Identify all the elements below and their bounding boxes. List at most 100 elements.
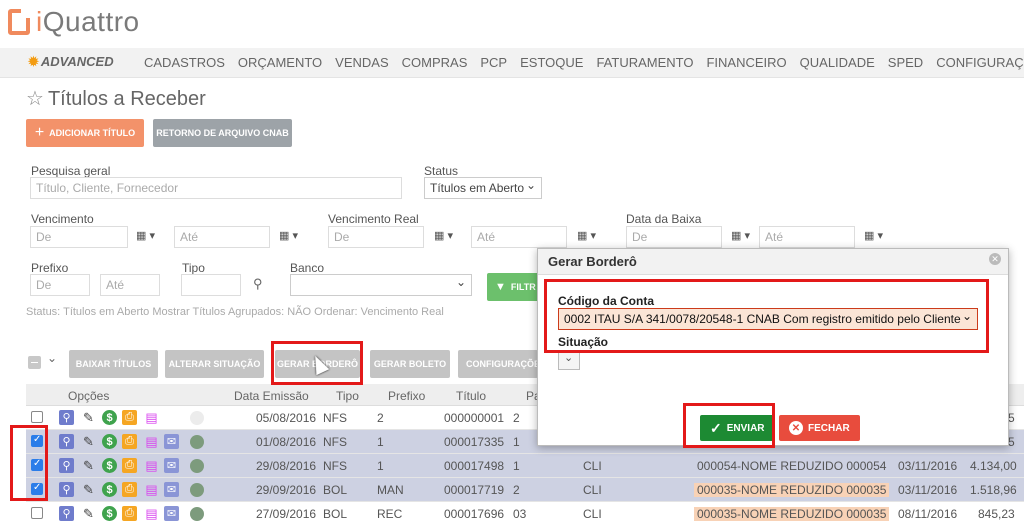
- situation-select[interactable]: [558, 350, 580, 370]
- document-icon[interactable]: ▤: [144, 458, 159, 473]
- nav-cadastros[interactable]: CADASTROS: [144, 55, 225, 70]
- view-icon[interactable]: ⚲: [59, 434, 74, 449]
- settings-button[interactable]: CONFIGURAÇÕE: [458, 350, 540, 378]
- prefix-from[interactable]: De: [30, 274, 90, 296]
- cell-amount: 4.134,00: [970, 459, 1017, 473]
- payment-icon[interactable]: $: [102, 434, 117, 449]
- nav-estoque[interactable]: ESTOQUE: [520, 55, 583, 70]
- cnab-return-button[interactable]: RETORNO DE ARQUIVO CNAB: [153, 119, 292, 147]
- nav-sped[interactable]: SPED: [888, 55, 923, 70]
- view-icon[interactable]: ⚲: [59, 482, 74, 497]
- chevron-down-icon[interactable]: ⌄: [47, 351, 57, 365]
- calendar-icon[interactable]: ▦ ▾: [577, 229, 596, 242]
- change-status-button[interactable]: ALTERAR SITUAÇÃO: [165, 350, 264, 378]
- status-dot: [190, 435, 204, 449]
- real-due-from[interactable]: De: [328, 226, 424, 248]
- nav-financeiro[interactable]: FINANCEIRO: [706, 55, 786, 70]
- row-checkbox[interactable]: [31, 507, 43, 519]
- edit-icon[interactable]: ✎: [81, 506, 96, 521]
- write-off-button[interactable]: BAIXAR TÍTULOS: [69, 350, 158, 378]
- view-icon[interactable]: ⚲: [59, 506, 74, 521]
- cell-type: BOL: [323, 483, 348, 497]
- cell-amount: 845,23: [978, 507, 1015, 521]
- col-title[interactable]: Título: [456, 389, 486, 403]
- row-checkbox[interactable]: [31, 411, 43, 423]
- mail-icon[interactable]: ✉: [164, 506, 179, 521]
- view-icon[interactable]: ⚲: [59, 458, 74, 473]
- add-title-button[interactable]: + ADICIONAR TÍTULO: [26, 119, 144, 147]
- bank-select[interactable]: [290, 274, 472, 296]
- cell-installment: 2: [513, 411, 520, 425]
- brand-name[interactable]: iQuattro: [36, 6, 140, 38]
- payment-icon[interactable]: $: [102, 410, 117, 425]
- nav-vendas[interactable]: VENDAS: [335, 55, 388, 70]
- prefix-to[interactable]: Até: [100, 274, 160, 296]
- calendar-icon[interactable]: ▦ ▾: [731, 229, 750, 242]
- document-icon[interactable]: ▤: [144, 482, 159, 497]
- status-dot: [190, 507, 204, 521]
- nav-configuracoes[interactable]: CONFIGURAÇÕES: [936, 55, 1024, 70]
- payment-date-to[interactable]: Até: [759, 226, 855, 248]
- table-row[interactable]: ⚲ ✎ $ ⎙ ▤ ✉ 29/09/2016 BOL MAN 000017719…: [26, 478, 1024, 502]
- nav-orcamento[interactable]: ORÇAMENTO: [238, 55, 322, 70]
- cell-cli: CLI: [583, 507, 602, 521]
- cell-date: 05/08/2016: [256, 411, 317, 425]
- col-prefix[interactable]: Prefixo: [388, 389, 425, 403]
- calendar-icon[interactable]: ▦ ▾: [279, 229, 298, 242]
- due-date-from[interactable]: De: [30, 226, 128, 248]
- mail-icon[interactable]: ✉: [164, 482, 179, 497]
- nav-compras[interactable]: COMPRAS: [402, 55, 468, 70]
- col-issue-date[interactable]: Data Emissão: [234, 389, 309, 403]
- edit-icon[interactable]: ✎: [81, 458, 96, 473]
- due-date-to[interactable]: Até: [174, 226, 270, 248]
- search-icon[interactable]: ⚲: [253, 276, 263, 292]
- document-icon[interactable]: ▤: [144, 434, 159, 449]
- mail-icon[interactable]: ✉: [164, 434, 179, 449]
- cell-due-date: 08/11/2016: [898, 507, 958, 521]
- calendar-icon[interactable]: ▦ ▾: [434, 229, 453, 242]
- payment-icon[interactable]: $: [102, 458, 117, 473]
- table-row[interactable]: ⚲ ✎ $ ⎙ ▤ ✉ 27/09/2016 BOL REC 000017696…: [26, 502, 1024, 523]
- payment-date-from[interactable]: De: [626, 226, 722, 248]
- mail-icon[interactable]: ✉: [164, 458, 179, 473]
- close-button[interactable]: ✕ FECHAR: [779, 415, 860, 441]
- print-icon[interactable]: ⎙: [122, 410, 137, 425]
- payment-icon[interactable]: $: [102, 506, 117, 521]
- plus-icon: +: [34, 124, 45, 141]
- nav-pcp[interactable]: PCP: [480, 55, 507, 70]
- print-icon[interactable]: ⎙: [122, 506, 137, 521]
- nav-qualidade[interactable]: QUALIDADE: [800, 55, 875, 70]
- document-icon[interactable]: ▤: [144, 506, 159, 521]
- nav-faturamento[interactable]: FATURAMENTO: [596, 55, 693, 70]
- cell-due-date: 03/11/2016: [898, 483, 958, 497]
- edit-icon[interactable]: ✎: [81, 434, 96, 449]
- document-icon[interactable]: ▤: [144, 410, 159, 425]
- search-input[interactable]: Título, Cliente, Fornecedor: [30, 177, 402, 199]
- advanced-badge[interactable]: ✹ ADVANCED: [28, 54, 114, 70]
- print-icon[interactable]: ⎙: [122, 482, 137, 497]
- edit-icon[interactable]: ✎: [81, 482, 96, 497]
- generate-boleto-button[interactable]: GERAR BOLETO: [370, 350, 450, 378]
- col-type[interactable]: Tipo: [336, 389, 359, 403]
- cell-type: NFS: [323, 411, 347, 425]
- edit-icon[interactable]: ✎: [81, 410, 96, 425]
- due-date-label: Vencimento: [31, 212, 94, 226]
- payment-icon[interactable]: $: [102, 482, 117, 497]
- view-icon[interactable]: ⚲: [59, 410, 74, 425]
- select-all-checkbox[interactable]: [28, 356, 41, 369]
- table-row[interactable]: ⚲ ✎ $ ⎙ ▤ ✉ 29/08/2016 NFS 1 000017498 1…: [26, 454, 1024, 478]
- type-input[interactable]: [181, 274, 241, 296]
- cell-customer: 000035-NOME REDUZIDO 000035: [694, 483, 890, 497]
- filter-button[interactable]: ▼ FILTR: [487, 273, 539, 301]
- star-icon[interactable]: ☆: [26, 88, 44, 110]
- calendar-icon[interactable]: ▦ ▾: [136, 229, 155, 242]
- main-nav: ✹ ADVANCED CADASTROS ORÇAMENTO VENDAS COM…: [0, 48, 1024, 78]
- annotation-box: [10, 425, 48, 501]
- print-icon[interactable]: ⎙: [122, 458, 137, 473]
- close-icon[interactable]: ✕: [989, 253, 1001, 265]
- status-select[interactable]: Títulos em Aberto: [424, 177, 542, 199]
- col-options: Opções: [68, 389, 110, 403]
- print-icon[interactable]: ⎙: [122, 434, 137, 449]
- real-due-to[interactable]: Até: [471, 226, 567, 248]
- calendar-icon[interactable]: ▦ ▾: [864, 229, 883, 242]
